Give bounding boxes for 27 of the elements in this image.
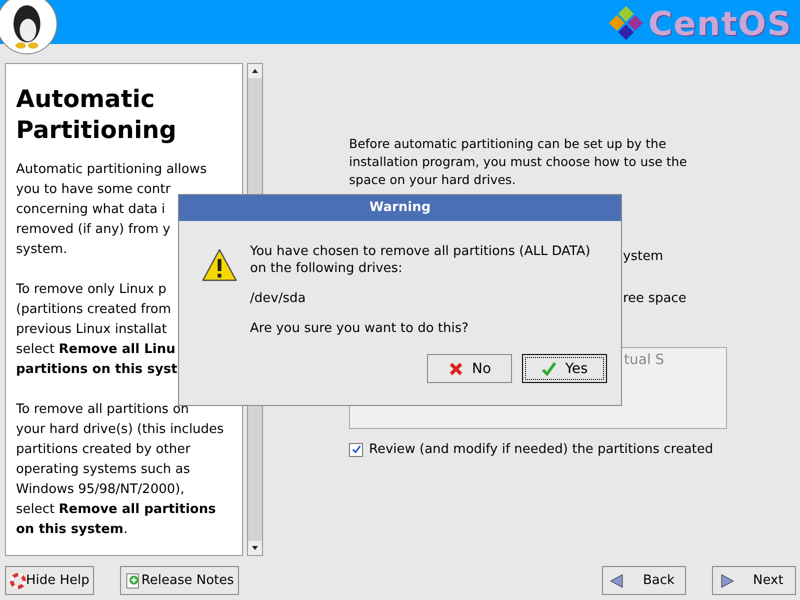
brand-name: CentOS: [648, 4, 792, 42]
help-text-line: operating systems such as: [16, 461, 192, 479]
help-text-line: select Remove all partitions: [16, 501, 217, 519]
intro-text: Before automatic partitioning can be set up by the installation program, you must choose how to use the space on your hard drives.: [349, 135, 688, 189]
drive-name: /dev/sda: [250, 290, 307, 307]
option-label: ystem: [623, 248, 664, 266]
help-text-line: you to have some contr: [16, 181, 172, 199]
review-label: Review (and modify if needed) the partitions created: [369, 442, 714, 457]
dialog-title: Warning: [179, 195, 621, 221]
help-text-line: Windows 95/98/NT/2000),: [16, 481, 186, 499]
help-text-line: Automatic partitioning allows: [16, 161, 208, 179]
help-text-line: on this system.: [16, 521, 129, 539]
help-text-line: previous Linux installat: [16, 321, 168, 339]
help-text-line: your hard drive(s) (this includes: [16, 421, 225, 439]
help-text-line: concerning what data i: [16, 201, 166, 219]
help-text-line: select Remove all Linu: [16, 341, 176, 359]
help-text-line: partitions created by other: [16, 441, 192, 459]
dialog-message: You have chosen to remove all partitions (ALL DATA) on the following drives:: [250, 243, 592, 277]
help-text-line: partitions on this syst: [16, 361, 178, 379]
help-text-line: system.: [16, 241, 68, 259]
help-text-line: removed (if any) from y: [16, 221, 172, 239]
help-text-line: To remove all partitions on: [16, 401, 190, 419]
option-label: ree space: [623, 290, 688, 308]
dialog-question: Are you sure you want to do this?: [250, 320, 470, 337]
help-text-line: (partitions created from: [16, 301, 172, 319]
help-text-line: To remove only Linux p: [16, 281, 168, 299]
help-title: Automatic Partitioning: [16, 84, 178, 146]
